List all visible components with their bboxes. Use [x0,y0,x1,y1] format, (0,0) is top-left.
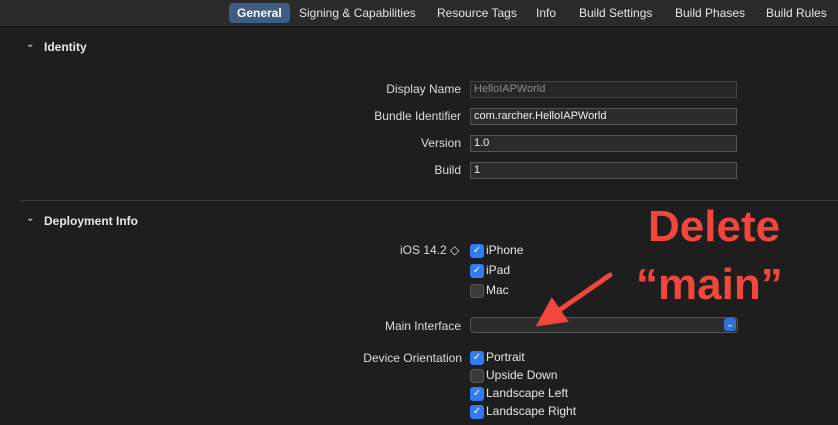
annotation-arrow [535,272,613,327]
